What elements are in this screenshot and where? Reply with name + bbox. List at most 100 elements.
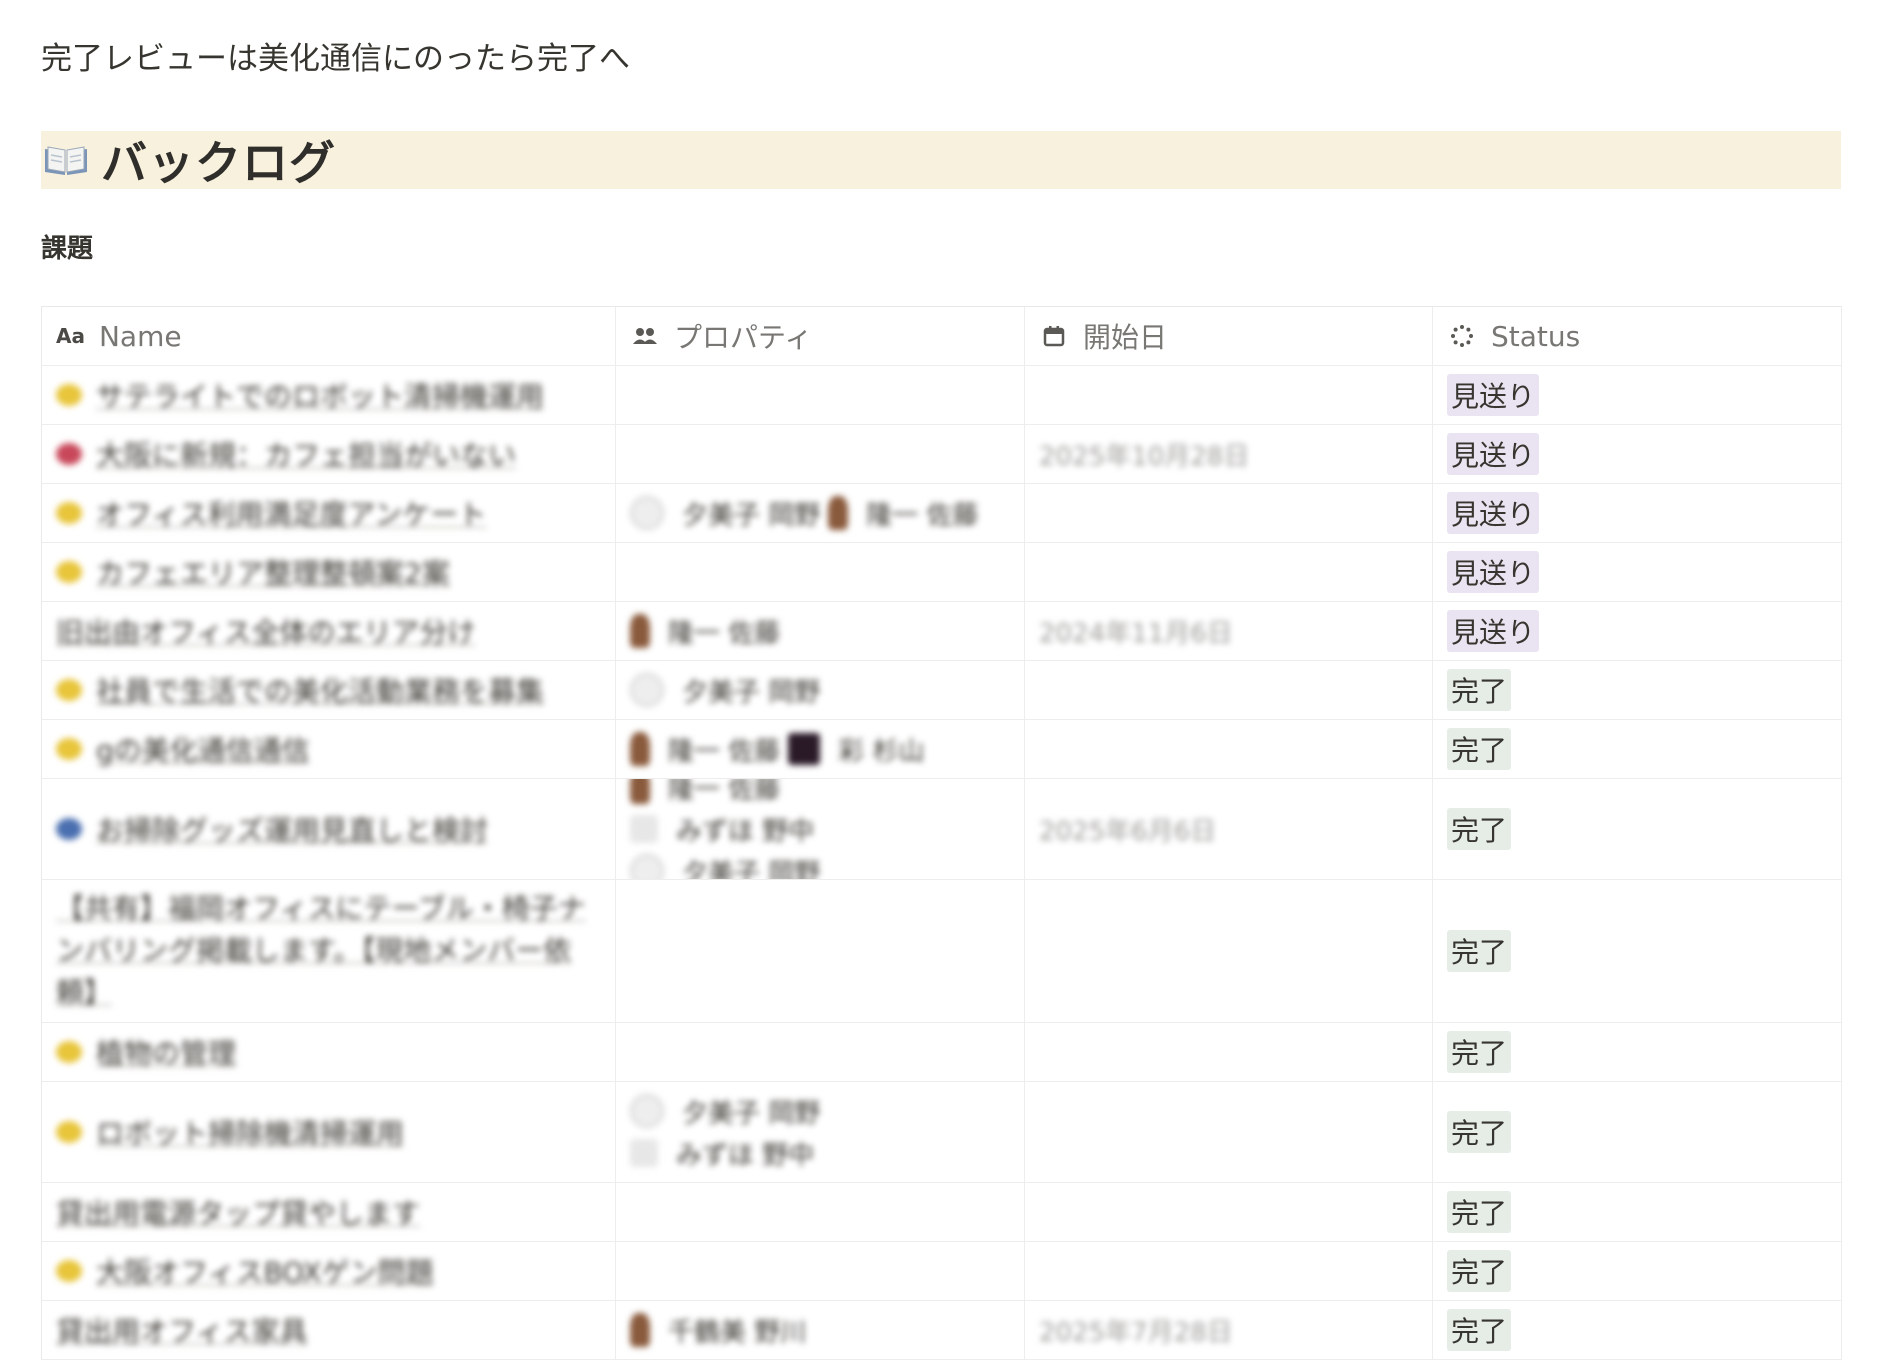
cell-name[interactable]: 大阪オフィスBOXゲン問題 (42, 1242, 616, 1300)
row-title-link[interactable]: 大阪に新規：カフェ担当がいない (96, 434, 516, 474)
cell-status[interactable]: 見送り (1433, 425, 1842, 483)
status-badge[interactable]: 完了 (1447, 930, 1512, 972)
table-row[interactable]: サテライトでのロボット清掃機運用 見送り (42, 366, 1842, 425)
cell-property[interactable] (616, 425, 1025, 483)
cell-start-date[interactable] (1025, 1242, 1433, 1300)
cell-property[interactable] (616, 366, 1025, 424)
cell-name[interactable]: 【共有】福岡オフィスにテーブル・椅子ナンバリング掲載します。【現地メンバー依頼】 (42, 880, 616, 1022)
cell-start-date[interactable] (1025, 720, 1433, 778)
row-title-link[interactable]: 社員で生活での美化活動業務を募集 (96, 670, 544, 710)
status-badge[interactable]: 完了 (1447, 1191, 1512, 1233)
row-title-link[interactable]: お掃除グッズ運用見直しと検討 (96, 809, 488, 849)
cell-start-date[interactable]: 2025年6月6日 (1025, 779, 1433, 879)
column-header-property[interactable]: プロパティ (616, 307, 1025, 365)
cell-name[interactable]: お掃除グッズ運用見直しと検討 (42, 779, 616, 879)
cell-status[interactable]: 完了 (1433, 720, 1842, 778)
table-row[interactable]: オフィス利用満足度アンケート 夕美子 岡野 隆一 佐藤 見送り (42, 484, 1842, 543)
cell-name[interactable]: 植物の管理 (42, 1023, 616, 1081)
cell-start-date[interactable] (1025, 1082, 1433, 1182)
cell-property[interactable]: 夕美子 岡野 (616, 661, 1025, 719)
row-title-link[interactable]: カフェエリア整理整頓案2案 (96, 552, 450, 592)
row-title-link[interactable]: 大阪オフィスBOXゲン問題 (96, 1251, 434, 1291)
cell-status[interactable]: 完了 (1433, 1082, 1842, 1182)
cell-property[interactable] (616, 880, 1025, 1022)
row-title-link[interactable]: 貸出用電源タップ貸やします (56, 1192, 420, 1232)
status-badge[interactable]: 完了 (1447, 1031, 1512, 1073)
column-header-start-date[interactable]: 開始日 (1025, 307, 1433, 365)
table-row[interactable]: ロボット掃除機清掃運用 夕美子 岡野 みずほ 野中 完了 (42, 1082, 1842, 1183)
cell-name[interactable]: 大阪に新規：カフェ担当がいない (42, 425, 616, 483)
status-badge[interactable]: 完了 (1447, 728, 1512, 770)
cell-status[interactable]: 完了 (1433, 880, 1842, 1022)
cell-name[interactable]: ロボット掃除機清掃運用 (42, 1082, 616, 1182)
cell-start-date[interactable]: 2024年11月6日 (1025, 602, 1433, 660)
cell-name[interactable]: 社員で生活での美化活動業務を募集 (42, 661, 616, 719)
status-badge[interactable]: 見送り (1447, 551, 1540, 593)
table-row[interactable]: 大阪に新規：カフェ担当がいない 2025年10月28日 見送り (42, 425, 1842, 484)
cell-name[interactable]: サテライトでのロボット清掃機運用 (42, 366, 616, 424)
table-row[interactable]: 社員で生活での美化活動業務を募集 夕美子 岡野 完了 (42, 661, 1842, 720)
table-row[interactable]: 貸出用電源タップ貸やします 完了 (42, 1183, 1842, 1242)
cell-status[interactable]: 見送り (1433, 602, 1842, 660)
cell-start-date[interactable] (1025, 366, 1433, 424)
cell-status[interactable]: 見送り (1433, 543, 1842, 601)
row-title-link[interactable]: gの美化通信通信 (96, 729, 310, 769)
status-badge[interactable]: 見送り (1447, 492, 1540, 534)
cell-status[interactable]: 完了 (1433, 1242, 1842, 1300)
person-tag: 隆一 佐藤 (630, 779, 820, 808)
cell-start-date[interactable] (1025, 1183, 1433, 1241)
status-badge[interactable]: 完了 (1447, 1111, 1512, 1153)
cell-start-date[interactable] (1025, 661, 1433, 719)
row-title-link[interactable]: 貸出用オフィス家具 (56, 1310, 307, 1350)
cell-status[interactable]: 完了 (1433, 1183, 1842, 1241)
status-badge[interactable]: 見送り (1447, 374, 1540, 416)
table-row[interactable]: 旧出由オフィス全体のエリア分け 隆一 佐藤 2024年11月6日 見送り (42, 602, 1842, 661)
cell-property[interactable]: 隆一 佐藤 彩 杉山 (616, 720, 1025, 778)
cell-status[interactable]: 見送り (1433, 484, 1842, 542)
cell-start-date[interactable] (1025, 880, 1433, 1022)
status-badge[interactable]: 完了 (1447, 808, 1512, 850)
status-badge[interactable]: 完了 (1447, 669, 1512, 711)
column-header-name[interactable]: Aa Name (42, 307, 616, 365)
cell-name[interactable]: gの美化通信通信 (42, 720, 616, 778)
status-badge[interactable]: 完了 (1447, 1309, 1512, 1351)
cell-name[interactable]: 旧出由オフィス全体のエリア分け (42, 602, 616, 660)
row-title-link[interactable]: サテライトでのロボット清掃機運用 (96, 375, 544, 415)
cell-name[interactable]: オフィス利用満足度アンケート (42, 484, 616, 542)
cell-property[interactable]: 隆一 佐藤 (616, 602, 1025, 660)
cell-status[interactable]: 見送り (1433, 366, 1842, 424)
status-spinner-icon (1447, 321, 1477, 351)
table-row[interactable]: gの美化通信通信 隆一 佐藤 彩 杉山 完了 (42, 720, 1842, 779)
cell-property[interactable] (616, 1023, 1025, 1081)
table-row[interactable]: 【共有】福岡オフィスにテーブル・椅子ナンバリング掲載します。【現地メンバー依頼】… (42, 880, 1842, 1023)
row-title-link[interactable]: 【共有】福岡オフィスにテーブル・椅子ナンバリング掲載します。【現地メンバー依頼】 (56, 888, 601, 1014)
column-header-status[interactable]: Status (1433, 307, 1842, 365)
status-badge[interactable]: 見送り (1447, 610, 1540, 652)
row-title-link[interactable]: ロボット掃除機清掃運用 (96, 1112, 404, 1152)
status-badge[interactable]: 見送り (1447, 433, 1540, 475)
cell-name[interactable]: 貸出用電源タップ貸やします (42, 1183, 616, 1241)
cell-start-date[interactable]: 2025年10月28日 (1025, 425, 1433, 483)
table-row[interactable]: カフェエリア整理整頓案2案 見送り (42, 543, 1842, 602)
cell-name[interactable]: カフェエリア整理整頓案2案 (42, 543, 616, 601)
cell-property[interactable] (616, 1242, 1025, 1300)
table-row[interactable]: お掃除グッズ運用見直しと検討 隆一 佐藤 みずほ 野中 夕美子 岡野 2025年6月6日… (42, 779, 1842, 880)
cell-start-date[interactable] (1025, 1023, 1433, 1081)
cell-status[interactable]: 完了 (1433, 661, 1842, 719)
cell-start-date[interactable] (1025, 484, 1433, 542)
row-title-link[interactable]: オフィス利用満足度アンケート (96, 493, 486, 533)
section-label: 課題 (41, 234, 94, 264)
table-row[interactable]: 大阪オフィスBOXゲン問題 完了 (42, 1242, 1842, 1301)
table-row[interactable]: 植物の管理 完了 (42, 1023, 1842, 1082)
status-badge[interactable]: 完了 (1447, 1250, 1512, 1292)
cell-start-date[interactable] (1025, 543, 1433, 601)
row-title-link[interactable]: 旧出由オフィス全体のエリア分け (56, 611, 475, 651)
cell-property[interactable] (616, 1183, 1025, 1241)
row-title-link[interactable]: 植物の管理 (96, 1032, 236, 1072)
cell-property[interactable] (616, 543, 1025, 601)
cell-property[interactable]: 隆一 佐藤 みずほ 野中 夕美子 岡野 (616, 779, 1025, 879)
cell-property[interactable]: 夕美子 岡野 隆一 佐藤 (616, 484, 1025, 542)
cell-status[interactable]: 完了 (1433, 779, 1842, 879)
cell-property[interactable]: 夕美子 岡野 みずほ 野中 (616, 1082, 1025, 1182)
cell-status[interactable]: 完了 (1433, 1023, 1842, 1081)
